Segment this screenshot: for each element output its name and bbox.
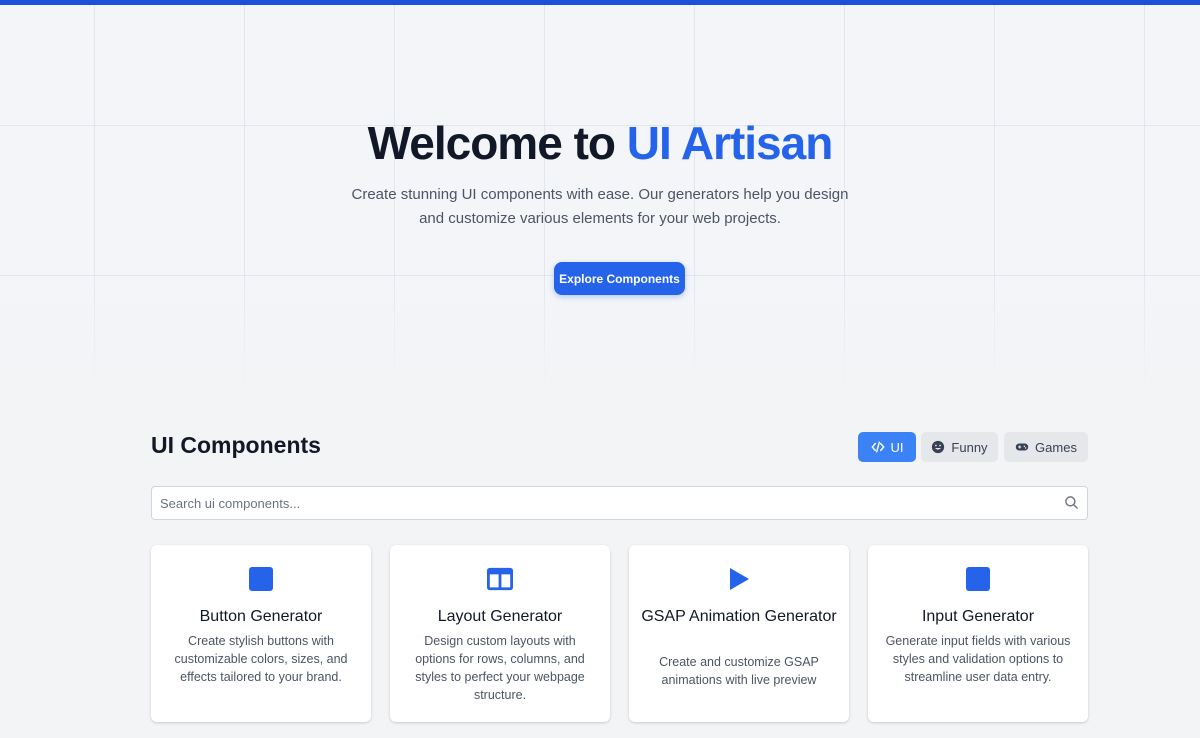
card-input-generator[interactable]: Input Generator Generate input fields wi…	[868, 545, 1088, 722]
hero-title-accent: UI Artisan	[626, 117, 834, 169]
card-title: Layout Generator	[437, 608, 563, 625]
play-icon	[726, 566, 752, 592]
search-box	[151, 486, 1088, 520]
section-title: UI Components	[151, 432, 321, 458]
card-layout-generator[interactable]: Layout Generator Design custom layouts w…	[390, 545, 610, 722]
hero-title: Welcome to UI Artisan	[0, 116, 1200, 170]
card-title: GSAP Animation Generator	[641, 608, 837, 625]
code-icon	[871, 441, 884, 453]
smile-icon	[932, 440, 945, 454]
tab-funny[interactable]: Funny	[921, 432, 998, 462]
explore-components-button[interactable]: Explore Components	[554, 262, 685, 295]
hero-title-main: Welcome to	[367, 117, 627, 169]
search-icon	[1065, 496, 1078, 509]
tab-ui-label: UI	[890, 439, 904, 455]
tab-games[interactable]: Games	[1004, 432, 1088, 462]
columns-icon	[487, 566, 513, 592]
card-description: Design custom layouts with options for r…	[415, 634, 585, 702]
card-gsap-animation-generator[interactable]: GSAP Animation Generator Create and cust…	[629, 545, 849, 722]
card-description: Create stylish buttons with customizable…	[174, 634, 348, 684]
square-icon	[248, 566, 274, 592]
tab-games-label: Games	[1035, 439, 1077, 455]
card-description: Generate input fields with various style…	[885, 634, 1071, 684]
hero-subtitle: Create stunning UI components with ease.…	[351, 186, 849, 227]
gamepad-icon	[1015, 443, 1029, 451]
card-title: Button Generator	[199, 608, 323, 625]
card-description: Create and customize GSAP animations wit…	[659, 655, 819, 687]
card-title: Input Generator	[921, 608, 1035, 625]
tab-funny-label: Funny	[951, 439, 988, 455]
square-icon	[965, 566, 991, 592]
search-input[interactable]	[152, 487, 1087, 519]
card-button-generator[interactable]: Button Generator Create stylish buttons …	[151, 545, 371, 722]
tab-ui[interactable]: UI	[858, 432, 916, 462]
